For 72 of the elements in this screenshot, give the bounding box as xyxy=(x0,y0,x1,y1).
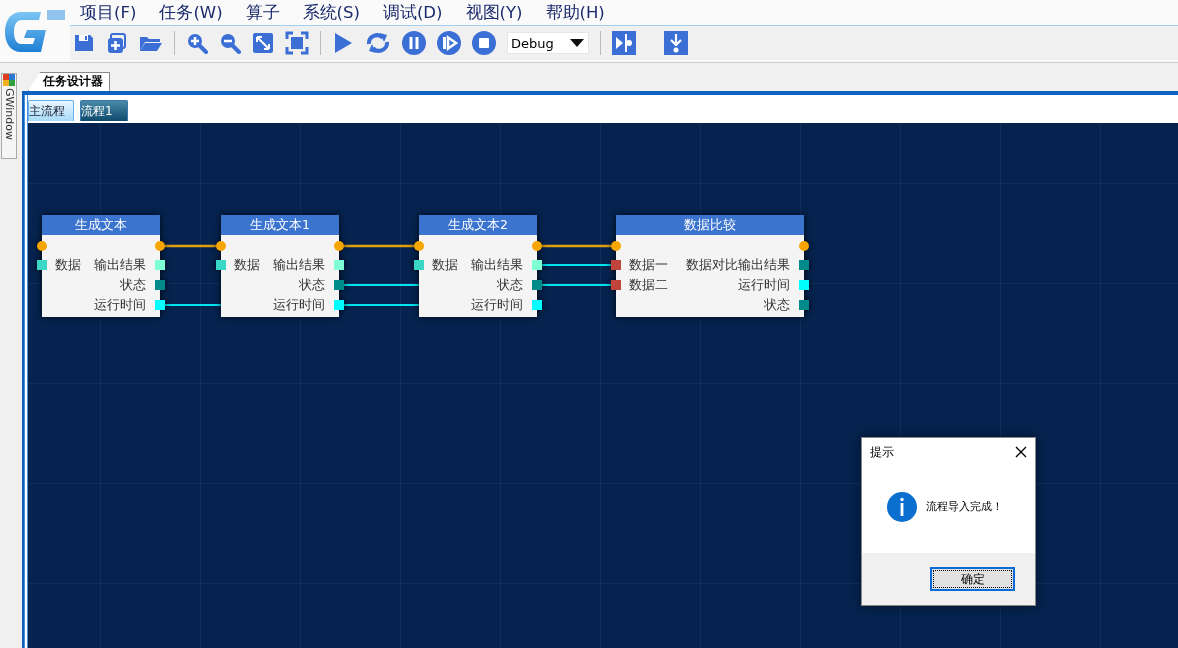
save-icon[interactable] xyxy=(73,32,95,54)
flow-tab[interactable]: 主流程 xyxy=(28,100,74,121)
port-label: 输出结果 xyxy=(471,256,523,274)
node-title: 生成文本2 xyxy=(419,215,537,235)
zoom-in-icon[interactable] xyxy=(186,32,208,54)
document-tab[interactable]: 任务设计器 xyxy=(28,72,110,91)
menu-item[interactable]: 项目(F) xyxy=(76,1,149,24)
exec-port[interactable] xyxy=(611,241,621,251)
port-label: 状态 xyxy=(497,276,523,294)
connector-line xyxy=(165,244,216,248)
play-icon[interactable] xyxy=(332,32,354,54)
node-card[interactable]: 数据比较 数据一 数据对比输出结果 数据二 运行时间 状态 xyxy=(611,215,809,317)
stop-icon[interactable] xyxy=(472,31,496,55)
windows-icon xyxy=(3,74,15,86)
exec-port[interactable] xyxy=(414,241,424,251)
step-into-icon[interactable] xyxy=(664,31,688,55)
flow-tab[interactable]: 流程1 xyxy=(80,100,128,121)
connector-line xyxy=(541,284,612,286)
exec-port[interactable] xyxy=(532,241,542,251)
menu-item[interactable]: 算子 xyxy=(241,1,292,24)
add-page-icon[interactable] xyxy=(106,32,128,54)
refresh-icon[interactable] xyxy=(365,32,391,54)
node-title: 数据比较 xyxy=(616,215,804,235)
side-panel-tab[interactable]: GWindow xyxy=(1,73,17,159)
port-label: 输出结果 xyxy=(273,256,325,274)
dialog-title: 提示 xyxy=(870,443,894,461)
exec-port[interactable] xyxy=(216,241,226,251)
dialog-message: 流程导入完成！ xyxy=(926,499,1003,514)
breakpoint-icon[interactable] xyxy=(612,31,636,55)
menu-item[interactable]: 视图(Y) xyxy=(461,1,535,24)
port-label: 数据 xyxy=(55,256,81,274)
menu-item[interactable]: 任务(W) xyxy=(155,1,235,24)
exec-port[interactable] xyxy=(155,241,165,251)
port-label: 运行时间 xyxy=(471,296,523,314)
port-label: 状态 xyxy=(120,276,146,294)
menu-item[interactable]: 帮助(H) xyxy=(541,1,617,24)
menu-item[interactable]: 系统(S) xyxy=(298,1,372,24)
menu-item[interactable]: 调试(D) xyxy=(378,1,455,24)
node-title: 生成文本1 xyxy=(221,215,339,235)
port-label: 运行时间 xyxy=(738,276,790,294)
node-card[interactable]: 生成文本 数据 输出结果 状态 运行时间 xyxy=(37,215,165,317)
port-label: 输出结果 xyxy=(94,256,146,274)
exec-port[interactable] xyxy=(37,241,47,251)
exec-port[interactable] xyxy=(799,241,809,251)
port-label: 数据 xyxy=(234,256,260,274)
port-label: 状态 xyxy=(299,276,325,294)
connector-line xyxy=(541,264,612,266)
exec-port[interactable] xyxy=(334,241,344,251)
port-label: 数据 xyxy=(432,256,458,274)
mode-dropdown[interactable]: Debug xyxy=(507,32,589,54)
side-panel-label: GWindow xyxy=(2,88,16,140)
connector-line xyxy=(164,304,222,306)
port-label: 运行时间 xyxy=(94,296,146,314)
node-card[interactable]: 生成文本1 数据 输出结果 状态 运行时间 xyxy=(216,215,344,317)
node-card[interactable]: 生成文本2 数据 输出结果 状态 运行时间 xyxy=(414,215,542,317)
step-icon[interactable] xyxy=(437,31,461,55)
port-label: 状态 xyxy=(764,296,790,314)
port-label: 数据二 xyxy=(629,276,668,294)
info-icon xyxy=(887,491,917,522)
port-label: 数据对比输出结果 xyxy=(686,256,790,274)
close-icon[interactable] xyxy=(1015,446,1027,458)
port-label: 数据一 xyxy=(629,256,668,274)
port-label: 运行时间 xyxy=(273,296,325,314)
fullscreen-icon[interactable] xyxy=(285,31,309,55)
pause-icon[interactable] xyxy=(402,31,426,55)
caret-icon xyxy=(570,39,584,47)
connector-line xyxy=(542,244,611,248)
node-title: 生成文本 xyxy=(42,215,160,235)
expand-icon[interactable] xyxy=(252,32,274,54)
connector-line xyxy=(344,244,414,248)
zoom-out-icon[interactable] xyxy=(219,32,241,54)
ok-button[interactable]: 确定 xyxy=(930,567,1015,591)
